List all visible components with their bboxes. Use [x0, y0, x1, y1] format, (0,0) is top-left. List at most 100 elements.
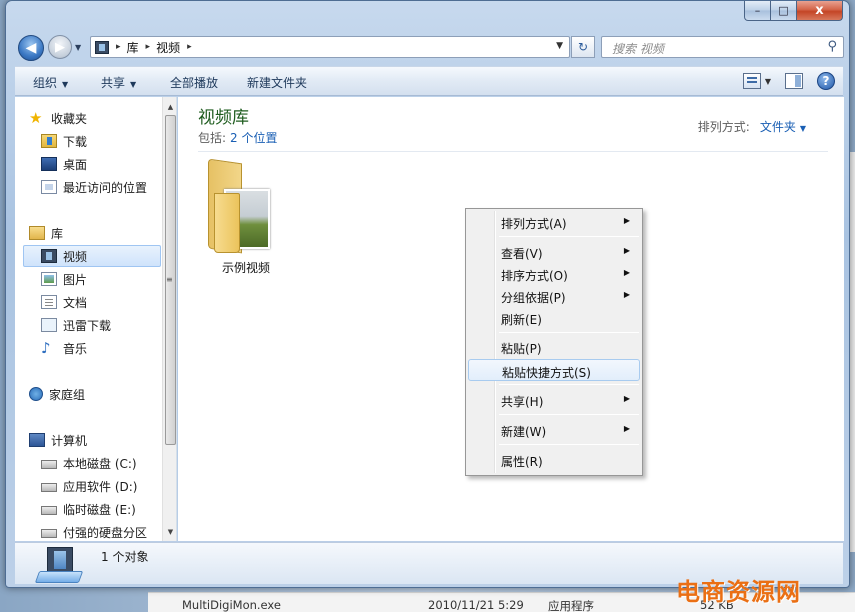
- sidebar-item-drive-e[interactable]: 临时磁盘 (E:): [41, 498, 176, 520]
- sidebar-item-label: 迅雷下载: [63, 318, 112, 333]
- menu-item-label: 粘贴(P): [501, 342, 542, 356]
- sidebar-item-libraries[interactable]: 库: [29, 222, 174, 244]
- maximize-button[interactable]: □: [771, 1, 797, 21]
- organize-button[interactable]: 组织 ▼: [33, 74, 68, 91]
- refresh-button[interactable]: ↻: [571, 36, 595, 58]
- page-title: 视频库: [198, 108, 249, 128]
- video-library-large-icon: [34, 547, 84, 583]
- menu-item-label: 新建(W): [501, 425, 547, 439]
- sidebar-item-favorites[interactable]: ★ 收藏夹: [29, 107, 174, 129]
- includes-locations-link[interactable]: 2 个位置: [230, 131, 277, 145]
- scroll-down-icon[interactable]: ▼: [163, 524, 176, 539]
- sidebar-item-downloads[interactable]: 下载: [41, 130, 176, 152]
- menu-item-label: 排列方式(A): [501, 217, 567, 231]
- sidebar-item-recent[interactable]: 最近访问的位置: [41, 176, 176, 198]
- breadcrumb-videos[interactable]: 视频: [156, 39, 180, 56]
- folder-icon[interactable]: [206, 158, 276, 256]
- sidebar-item-homegroup[interactable]: 家庭组: [29, 383, 174, 405]
- library-icon: [29, 226, 45, 240]
- scroll-up-icon[interactable]: ▲: [163, 99, 176, 114]
- preview-pane-icon[interactable]: [785, 73, 803, 89]
- new-folder-button[interactable]: 新建文件夹: [247, 74, 307, 91]
- view-options-dropdown[interactable]: ▼: [765, 77, 771, 86]
- xunlei-folder-icon: [41, 318, 57, 332]
- play-all-button[interactable]: 全部播放: [170, 74, 218, 91]
- minimize-button[interactable]: –: [744, 1, 771, 21]
- sidebar-item-label: 最近访问的位置: [63, 180, 148, 195]
- sidebar-item-music[interactable]: ♪ 音乐: [41, 337, 176, 359]
- breadcrumb-libraries[interactable]: 库: [127, 39, 139, 56]
- menu-item-label: 共享(H): [501, 395, 544, 409]
- arrange-by: 排列方式: 文件夹 ▼: [698, 118, 806, 135]
- submenu-arrow-icon: ▶: [623, 290, 630, 299]
- folder-front: [214, 193, 240, 253]
- sidebar-item-drive-c[interactable]: 本地磁盘 (C:): [41, 452, 176, 474]
- history-dropdown[interactable]: ▼: [75, 43, 81, 52]
- menu-item-label: 分组依据(P): [501, 291, 566, 305]
- sidebar-item-label: 下载: [63, 134, 88, 149]
- sidebar-item-label: 库: [51, 226, 64, 241]
- documents-icon: [41, 295, 57, 309]
- arrange-by-dropdown[interactable]: 文件夹: [760, 120, 796, 134]
- music-icon: ♪: [41, 339, 51, 357]
- menu-item-refresh[interactable]: 刷新(E): [468, 307, 640, 329]
- close-button[interactable]: x: [797, 1, 843, 21]
- sidebar-item-label: 临时磁盘 (E:): [63, 502, 136, 517]
- nav-pane-scrollbar[interactable]: ▲ ≡ ▼: [162, 97, 176, 541]
- help-icon[interactable]: ?: [817, 72, 835, 90]
- scroll-grip-icon: ≡: [166, 275, 173, 284]
- video-library-icon: [41, 249, 57, 263]
- back-button[interactable]: ◀: [18, 35, 44, 61]
- menu-item-sort[interactable]: 排序方式(O) ▶: [468, 263, 640, 285]
- breadcrumb-separator[interactable]: ▸: [146, 42, 151, 52]
- menu-item-paste-shortcut[interactable]: 粘贴快捷方式(S): [468, 359, 640, 381]
- sidebar-item-computer[interactable]: 计算机: [29, 429, 174, 451]
- search-icon[interactable]: ⚲: [827, 39, 837, 54]
- forward-button[interactable]: ▶: [48, 35, 72, 59]
- sidebar-item-xunlei[interactable]: 迅雷下载: [41, 314, 176, 336]
- menu-separator: [499, 414, 639, 415]
- folder-item-label[interactable]: 示例视频: [216, 259, 276, 276]
- view-controls: ▼ ?: [742, 72, 835, 90]
- sidebar-item-label: 文档: [63, 295, 88, 310]
- menu-separator: [499, 332, 639, 333]
- menu-separator: [499, 384, 639, 385]
- search-input[interactable]: 搜索 视频 ⚲: [601, 36, 844, 58]
- divider: [198, 151, 828, 152]
- navigation-pane: ★ 收藏夹 下载 桌面 最近访问的位置 库 视频 图片 文档 迅雷下载 ♪ 音乐…: [15, 97, 177, 541]
- menu-item-share[interactable]: 共享(H) ▶: [468, 389, 640, 411]
- sidebar-item-label: 应用软件 (D:): [63, 479, 138, 494]
- caption-buttons: – □ x: [744, 1, 843, 21]
- sidebar-item-label: 视频: [63, 249, 88, 264]
- change-view-icon[interactable]: [742, 73, 761, 89]
- sidebar-item-documents[interactable]: 文档: [41, 291, 176, 313]
- sidebar-item-drive-d[interactable]: 应用软件 (D:): [41, 475, 176, 497]
- downloads-folder-icon: [41, 134, 57, 148]
- menu-item-group[interactable]: 分组依据(P) ▶: [468, 285, 640, 307]
- menu-item-properties[interactable]: 属性(R): [468, 449, 640, 471]
- menu-item-paste[interactable]: 粘贴(P): [468, 336, 640, 358]
- address-bar[interactable]: ▸ 库 ▸ 视频 ▸ ▼: [90, 36, 570, 58]
- menu-item-view[interactable]: 查看(V) ▶: [468, 241, 640, 263]
- menu-item-label: 属性(R): [501, 455, 543, 469]
- menu-item-arrange[interactable]: 排列方式(A) ▶: [468, 211, 640, 233]
- bg-file-type: 应用程序: [548, 599, 594, 612]
- sidebar-item-videos[interactable]: 视频: [23, 245, 161, 267]
- sidebar-item-desktop[interactable]: 桌面: [41, 153, 176, 175]
- sidebar-item-label: 图片: [63, 272, 88, 287]
- breadcrumb-separator[interactable]: ▸: [187, 42, 192, 52]
- menu-item-label: 排序方式(O): [501, 269, 568, 283]
- sidebar-item-partition[interactable]: 付强的硬盘分区: [41, 521, 176, 541]
- address-dropdown-icon[interactable]: ▼: [556, 41, 563, 51]
- sidebar-item-pictures[interactable]: 图片: [41, 268, 176, 290]
- breadcrumb-separator[interactable]: ▸: [116, 42, 121, 52]
- menu-item-new[interactable]: 新建(W) ▶: [468, 419, 640, 441]
- submenu-arrow-icon: ▶: [623, 268, 630, 277]
- organize-label: 组织: [33, 76, 58, 90]
- chevron-down-icon[interactable]: ▼: [800, 124, 806, 133]
- sidebar-item-label: 家庭组: [49, 387, 86, 402]
- star-icon: ★: [29, 109, 43, 127]
- share-button[interactable]: 共享 ▼: [101, 74, 136, 91]
- sidebar-item-label: 音乐: [63, 341, 88, 356]
- submenu-arrow-icon: ▶: [623, 394, 630, 403]
